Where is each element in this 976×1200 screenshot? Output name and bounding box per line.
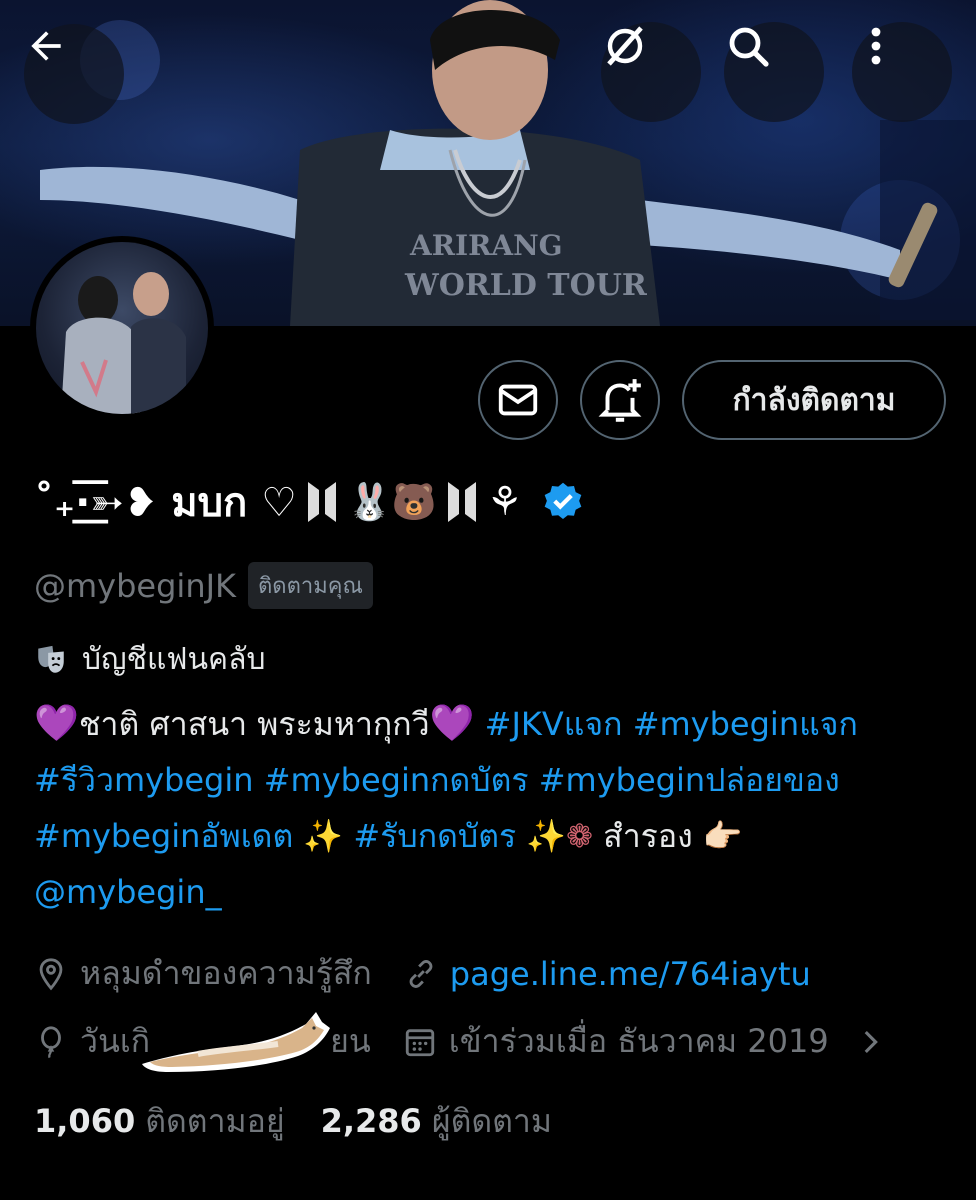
grok-button[interactable] [601, 22, 701, 122]
bell-plus-icon [598, 379, 642, 422]
hashtag-link[interactable]: #mybeginอัพเดต [34, 817, 293, 855]
bts-logo-icon [447, 482, 476, 522]
hashtag-link[interactable]: #mybeginแจก [633, 705, 858, 743]
hashtag-link[interactable]: #mybeginกดบัตร [264, 761, 529, 799]
sparkle-emoji: ✨ [526, 817, 567, 855]
location-pin-icon [39, 957, 63, 990]
message-button[interactable] [478, 360, 558, 440]
display-name: ˚₊·͟͟͞͞➳❥ มบก ♡ 🐰🐻 ⚘ [34, 470, 585, 534]
avatar-photo [36, 242, 208, 414]
following-link[interactable]: 1,060 ติดตามอยู่ [34, 1096, 285, 1147]
joined-text: เข้าร่วมเมื่อ ธันวาคม 2019 [448, 1022, 829, 1060]
theater-masks-icon [38, 645, 64, 673]
following-count: 1,060 [34, 1102, 136, 1140]
mention-link[interactable]: @mybegin_ [34, 873, 222, 911]
banner-text-1: ARIRANG [409, 229, 563, 262]
handle-row: @mybeginJK ติดตามคุณ [34, 562, 373, 609]
more-button[interactable] [852, 22, 952, 122]
display-name-suffix: ⚘ [486, 479, 523, 525]
fan-account-text: บัญชีแฟนคลับ [82, 642, 266, 677]
bio: 💜ชาติ ศาสนา พระมหากุกวี💜 #JKVแจก #mybegi… [34, 696, 934, 920]
followers-label: ผู้ติดตาม [431, 1102, 552, 1140]
verified-badge-icon[interactable] [541, 480, 585, 524]
avatar[interactable] [30, 236, 214, 420]
followers-count: 2,286 [320, 1102, 422, 1140]
handle: @mybeginJK [34, 566, 237, 605]
balloon-icon [41, 1025, 61, 1058]
birthday-text-end: ยน [330, 1022, 371, 1060]
location-text: หลุมดำของความรู้สึก [80, 954, 372, 992]
display-name-prefix: ˚₊·͟͟͞͞➳❥ มบก ♡ [34, 480, 298, 526]
profile-meta-row: หลุมดำของความรู้สึก page.line.me/764iayt… [34, 948, 811, 999]
display-name-emoji: 🐰🐻 [347, 482, 437, 523]
following-button[interactable]: กำลังติดตาม [682, 360, 946, 440]
back-button[interactable] [24, 24, 124, 124]
banner-text-2: WORLD TOUR [404, 268, 648, 303]
mail-icon [498, 384, 538, 416]
fan-account-label: บัญชีแฟนคลับ [34, 636, 266, 683]
website-link[interactable]: page.line.me/764iaytu [450, 955, 811, 993]
follows-you-badge: ติดตามคุณ [248, 562, 373, 609]
follow-stats: 1,060 ติดตามอยู่ 2,286 ผู้ติดตาม [34, 1096, 552, 1147]
hashtag-link[interactable]: #รีวิวmybegin [34, 761, 254, 799]
search-button[interactable] [724, 22, 824, 122]
bts-logo-icon [308, 482, 337, 522]
arrow-left-icon [31, 31, 61, 61]
purple-heart-emoji: 💜 [429, 703, 475, 744]
chevron-right-icon[interactable] [853, 1025, 887, 1059]
hashtag-link[interactable]: #mybeginปล่อยของ [539, 761, 840, 799]
search-icon [729, 27, 769, 67]
cat-sticker [142, 1012, 330, 1072]
following-label: ติดตามอยู่ [145, 1102, 285, 1140]
grok-icon [607, 26, 643, 66]
followers-link[interactable]: 2,286 ผู้ติดตาม [321, 1096, 552, 1147]
flower-symbol: ❁ [566, 817, 593, 855]
hashtag-link[interactable]: #รับกดบัตร [353, 817, 516, 855]
sparkle-emoji: ✨ [303, 817, 344, 855]
pointing-emoji: 👉🏻 [702, 817, 743, 855]
bio-text: ชาติ ศาสนา พระมหากุกวี [78, 705, 430, 743]
calendar-icon [405, 1028, 434, 1056]
notifications-button[interactable] [580, 360, 660, 440]
bio-text: สำรอง [603, 817, 693, 855]
more-vertical-icon [871, 27, 881, 65]
link-icon [409, 959, 433, 988]
purple-heart-emoji: 💜 [34, 703, 79, 744]
hashtag-link[interactable]: #JKVแจก [485, 705, 623, 743]
